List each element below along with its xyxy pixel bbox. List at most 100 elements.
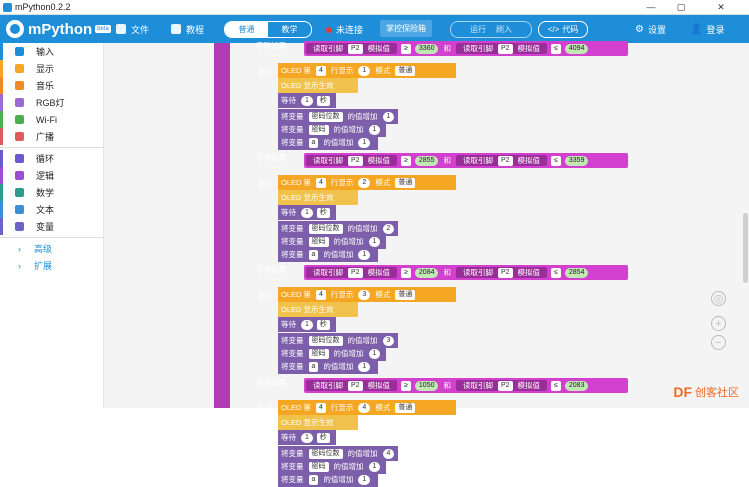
file-menu[interactable]: 文件 xyxy=(116,21,149,37)
block-workspace[interactable]: 否则如果 读取引脚 P2 模拟值 ≥3360 和读取引脚 P2 模拟值 ≤4094 执行 OLED … xyxy=(104,41,749,487)
wait-seconds-input[interactable]: 1 xyxy=(301,319,313,330)
close-button[interactable]: ✕ xyxy=(707,0,735,14)
pin-dropdown[interactable]: P2 xyxy=(497,267,513,278)
increment-input[interactable]: 1 xyxy=(358,361,371,372)
increment-input[interactable]: 1 xyxy=(382,111,395,122)
operator-dropdown[interactable]: ≥ xyxy=(401,267,411,278)
increment-input[interactable]: 1 xyxy=(358,137,371,148)
connection-button[interactable]: 未连接 xyxy=(326,23,363,36)
mode-normal-button[interactable]: 普通 xyxy=(225,22,268,37)
increment-input[interactable]: 1 xyxy=(368,348,381,359)
project-name-field[interactable]: 掌控保险箱 xyxy=(380,20,432,37)
sidebar-item[interactable]: 音乐 xyxy=(0,77,103,94)
sidebar-item[interactable]: 广播 xyxy=(0,128,103,145)
low-threshold-input[interactable]: 2855 xyxy=(414,155,439,166)
sidebar-item[interactable]: 逻辑 xyxy=(0,167,103,184)
unit-dropdown[interactable]: 秒 xyxy=(316,207,330,218)
operator-dropdown[interactable]: ≤ xyxy=(551,43,561,54)
zoom-out-icon[interactable]: − xyxy=(711,335,726,350)
operator-dropdown[interactable]: ≥ xyxy=(401,43,411,54)
increment-input[interactable]: 1 xyxy=(358,474,371,485)
tutorial-menu[interactable]: 教程 xyxy=(171,21,204,37)
operator-dropdown[interactable]: ≤ xyxy=(551,380,561,391)
high-threshold-input[interactable]: 2854 xyxy=(564,267,589,278)
login-button[interactable]: 👤 登录 xyxy=(690,21,724,37)
mode-dropdown[interactable]: 普通 xyxy=(395,289,416,300)
sidebar-item[interactable]: Wi-Fi xyxy=(0,111,103,128)
high-threshold-input[interactable]: 3359 xyxy=(564,155,589,166)
chevron-right-icon: › xyxy=(18,260,21,271)
pin-dropdown[interactable]: P2 xyxy=(348,155,363,166)
sidebar-item[interactable]: RGB灯 xyxy=(0,94,103,111)
unit-dropdown[interactable]: 秒 xyxy=(316,432,330,443)
variable-dropdown[interactable]: a xyxy=(308,361,319,372)
variable-dropdown[interactable]: 密码位数 xyxy=(308,448,343,459)
high-threshold-input[interactable]: 2083 xyxy=(564,380,589,391)
minimize-button[interactable]: — xyxy=(637,0,665,14)
unit-dropdown[interactable]: 秒 xyxy=(316,319,330,330)
sidebar-item[interactable]: 变量 xyxy=(0,218,103,235)
mode-dropdown[interactable]: 普通 xyxy=(395,65,416,76)
display-text-input[interactable]: 1 xyxy=(358,65,371,76)
variable-dropdown[interactable]: a xyxy=(308,474,319,485)
variable-dropdown[interactable]: 密码 xyxy=(308,124,329,135)
high-threshold-input[interactable]: 4094 xyxy=(564,43,589,54)
variable-dropdown[interactable]: 密码 xyxy=(308,348,329,359)
code-button[interactable]: </> 代码 xyxy=(538,21,588,38)
pin-dropdown[interactable]: P2 xyxy=(497,380,513,391)
pin-dropdown[interactable]: P2 xyxy=(497,43,513,54)
operator-dropdown[interactable]: ≤ xyxy=(551,155,561,166)
display-text-input[interactable]: 2 xyxy=(358,177,371,188)
row-dropdown[interactable]: 4 xyxy=(316,65,326,76)
restore-button[interactable]: ▢ xyxy=(667,0,695,14)
zoom-in-icon[interactable]: + xyxy=(711,316,726,331)
variable-dropdown[interactable]: 密码位数 xyxy=(308,335,343,346)
increment-input[interactable]: 4 xyxy=(382,448,395,459)
variable-dropdown[interactable]: 密码位数 xyxy=(308,111,343,122)
increment-input[interactable]: 2 xyxy=(382,223,395,234)
flash-button[interactable]: 刷入 xyxy=(496,24,512,35)
increment-input[interactable]: 1 xyxy=(368,124,381,135)
pin-dropdown[interactable]: P2 xyxy=(348,267,363,278)
increment-input[interactable]: 3 xyxy=(382,335,395,346)
change-variable-block: 将变量 a 的值增加 1 xyxy=(278,135,378,150)
increment-input[interactable]: 1 xyxy=(358,249,371,260)
pin-dropdown[interactable]: P2 xyxy=(497,155,513,166)
variable-dropdown[interactable]: 密码 xyxy=(308,236,329,247)
row-dropdown[interactable]: 4 xyxy=(316,289,326,300)
settings-button[interactable]: ⚙ 设置 xyxy=(635,21,666,37)
sidebar-extensions[interactable]: › 扩展 xyxy=(0,257,103,274)
mode-dropdown[interactable]: 普通 xyxy=(395,177,416,188)
wait-seconds-input[interactable]: 1 xyxy=(301,432,313,443)
variable-dropdown[interactable]: 密码位数 xyxy=(308,223,343,234)
increment-input[interactable]: 1 xyxy=(368,461,381,472)
sidebar-item[interactable]: 文本 xyxy=(0,201,103,218)
low-threshold-input[interactable]: 2084 xyxy=(414,267,439,278)
operator-dropdown[interactable]: ≤ xyxy=(551,267,561,278)
pin-dropdown[interactable]: P2 xyxy=(348,43,363,54)
wait-seconds-input[interactable]: 1 xyxy=(301,95,313,106)
pin-dropdown[interactable]: P2 xyxy=(348,380,363,391)
sidebar-advanced[interactable]: › 高级 xyxy=(0,240,103,257)
sidebar-item[interactable]: 显示 xyxy=(0,60,103,77)
sidebar-item[interactable]: 输入 xyxy=(0,43,103,60)
wait-seconds-input[interactable]: 1 xyxy=(301,207,313,218)
mode-teach-button[interactable]: 教学 xyxy=(268,22,311,37)
run-button[interactable]: 运行 xyxy=(470,24,486,35)
operator-dropdown[interactable]: ≥ xyxy=(401,155,411,166)
recenter-icon[interactable]: ◎ xyxy=(711,291,726,306)
sidebar-item[interactable]: 数学 xyxy=(0,184,103,201)
operator-dropdown[interactable]: ≥ xyxy=(401,380,411,391)
row-dropdown[interactable]: 4 xyxy=(316,177,326,188)
unit-dropdown[interactable]: 秒 xyxy=(316,95,330,106)
increment-input[interactable]: 1 xyxy=(368,236,381,247)
scroll-thumb[interactable] xyxy=(743,213,748,283)
sidebar-item[interactable]: 循环 xyxy=(0,150,103,167)
low-threshold-input[interactable]: 1050 xyxy=(414,380,439,391)
display-text-input[interactable]: 3 xyxy=(358,289,371,300)
variable-dropdown[interactable]: a xyxy=(308,137,319,148)
workspace-scrollbar[interactable] xyxy=(741,43,749,408)
low-threshold-input[interactable]: 3360 xyxy=(414,43,439,54)
variable-dropdown[interactable]: a xyxy=(308,249,319,260)
variable-dropdown[interactable]: 密码 xyxy=(308,461,329,472)
